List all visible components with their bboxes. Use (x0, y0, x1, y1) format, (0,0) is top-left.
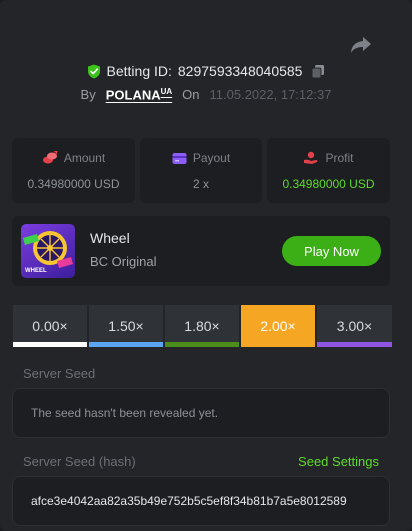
share-icon[interactable] (349, 34, 373, 56)
profit-value: 0.34980000 USD (282, 177, 375, 191)
username-link[interactable]: POLANAUA (106, 87, 172, 102)
profit-card: Profit 0.34980000 USD (267, 138, 390, 203)
multiplier-color-bar (317, 342, 392, 347)
multiplier-label: 0.00× (32, 318, 68, 334)
profit-label: Profit (325, 151, 354, 165)
game-card: WHEEL Wheel BC Original Play Now (12, 216, 390, 286)
amount-label: Amount (63, 151, 106, 165)
seed-settings-link[interactable]: Seed Settings (298, 454, 379, 469)
by-label: By (80, 87, 96, 103)
profit-hand-icon (304, 151, 318, 164)
server-seed-hash-label: Server Seed (hash) (23, 454, 136, 469)
payout-label: Payout (192, 151, 231, 165)
multiplier-tabs: 0.00× 1.50× 1.80× 2.00× 3.00× (13, 305, 412, 347)
shield-check-icon (87, 64, 100, 78)
multiplier-color-bar (89, 342, 163, 347)
multiplier-color-bar (13, 342, 87, 347)
game-thumb-label: WHEEL (25, 268, 47, 274)
multiplier-label: 1.50× (108, 318, 144, 334)
game-thumbnail[interactable]: WHEEL (21, 224, 75, 278)
server-seed-hash-field[interactable]: afce3e4042aa82a35b49e752b5c5ef8f34b81b7a… (12, 476, 390, 526)
play-now-button[interactable]: Play Now (282, 236, 381, 266)
wallet-icon (172, 152, 187, 164)
coins-icon (42, 151, 58, 164)
amount-value: 0.34980000 USD (27, 177, 120, 191)
payout-card: Payout 2 x (140, 138, 262, 203)
multiplier-color-bar (241, 342, 315, 347)
multiplier-color-bar (165, 342, 239, 347)
betting-id-value: 8297593348040585 (177, 63, 303, 79)
multiplier-tab-3[interactable]: 2.00× (241, 305, 315, 347)
betting-id-label: Betting ID: (106, 63, 172, 79)
bet-details-panel: Betting ID: 8297593348040585 By POLANAUA… (0, 0, 412, 531)
multiplier-label: 3.00× (336, 318, 373, 334)
multiplier-tab-1[interactable]: 1.50× (89, 305, 163, 347)
server-seed-field[interactable]: The seed hasn't been revealed yet. (12, 388, 390, 438)
username: POLANA (105, 87, 161, 103)
on-label: On (182, 87, 200, 103)
payout-value: 2 x (192, 177, 209, 191)
multiplier-label: 2.00× (260, 318, 296, 334)
game-name: Wheel (90, 230, 130, 246)
amount-card: Amount 0.34980000 USD (12, 138, 135, 203)
profit-header: Profit (267, 151, 390, 165)
bet-author-line: By POLANAUA On 11.05.2022, 17:12:37 (0, 87, 412, 102)
username-badge: UA (160, 87, 173, 96)
bet-date: 11.05.2022, 17:12:37 (209, 87, 332, 103)
payout-header: Payout (140, 151, 262, 165)
amount-header: Amount (12, 151, 135, 165)
copy-icon[interactable] (311, 64, 325, 79)
multiplier-tab-4[interactable]: 3.00× (317, 305, 392, 347)
multiplier-label: 1.80× (184, 318, 220, 334)
server-seed-label: Server Seed (23, 366, 96, 381)
game-subtitle: BC Original (90, 254, 157, 269)
multiplier-tab-2[interactable]: 1.80× (165, 305, 239, 347)
betting-id-line: Betting ID: 8297593348040585 (0, 63, 412, 79)
multiplier-tab-0[interactable]: 0.00× (13, 305, 87, 347)
